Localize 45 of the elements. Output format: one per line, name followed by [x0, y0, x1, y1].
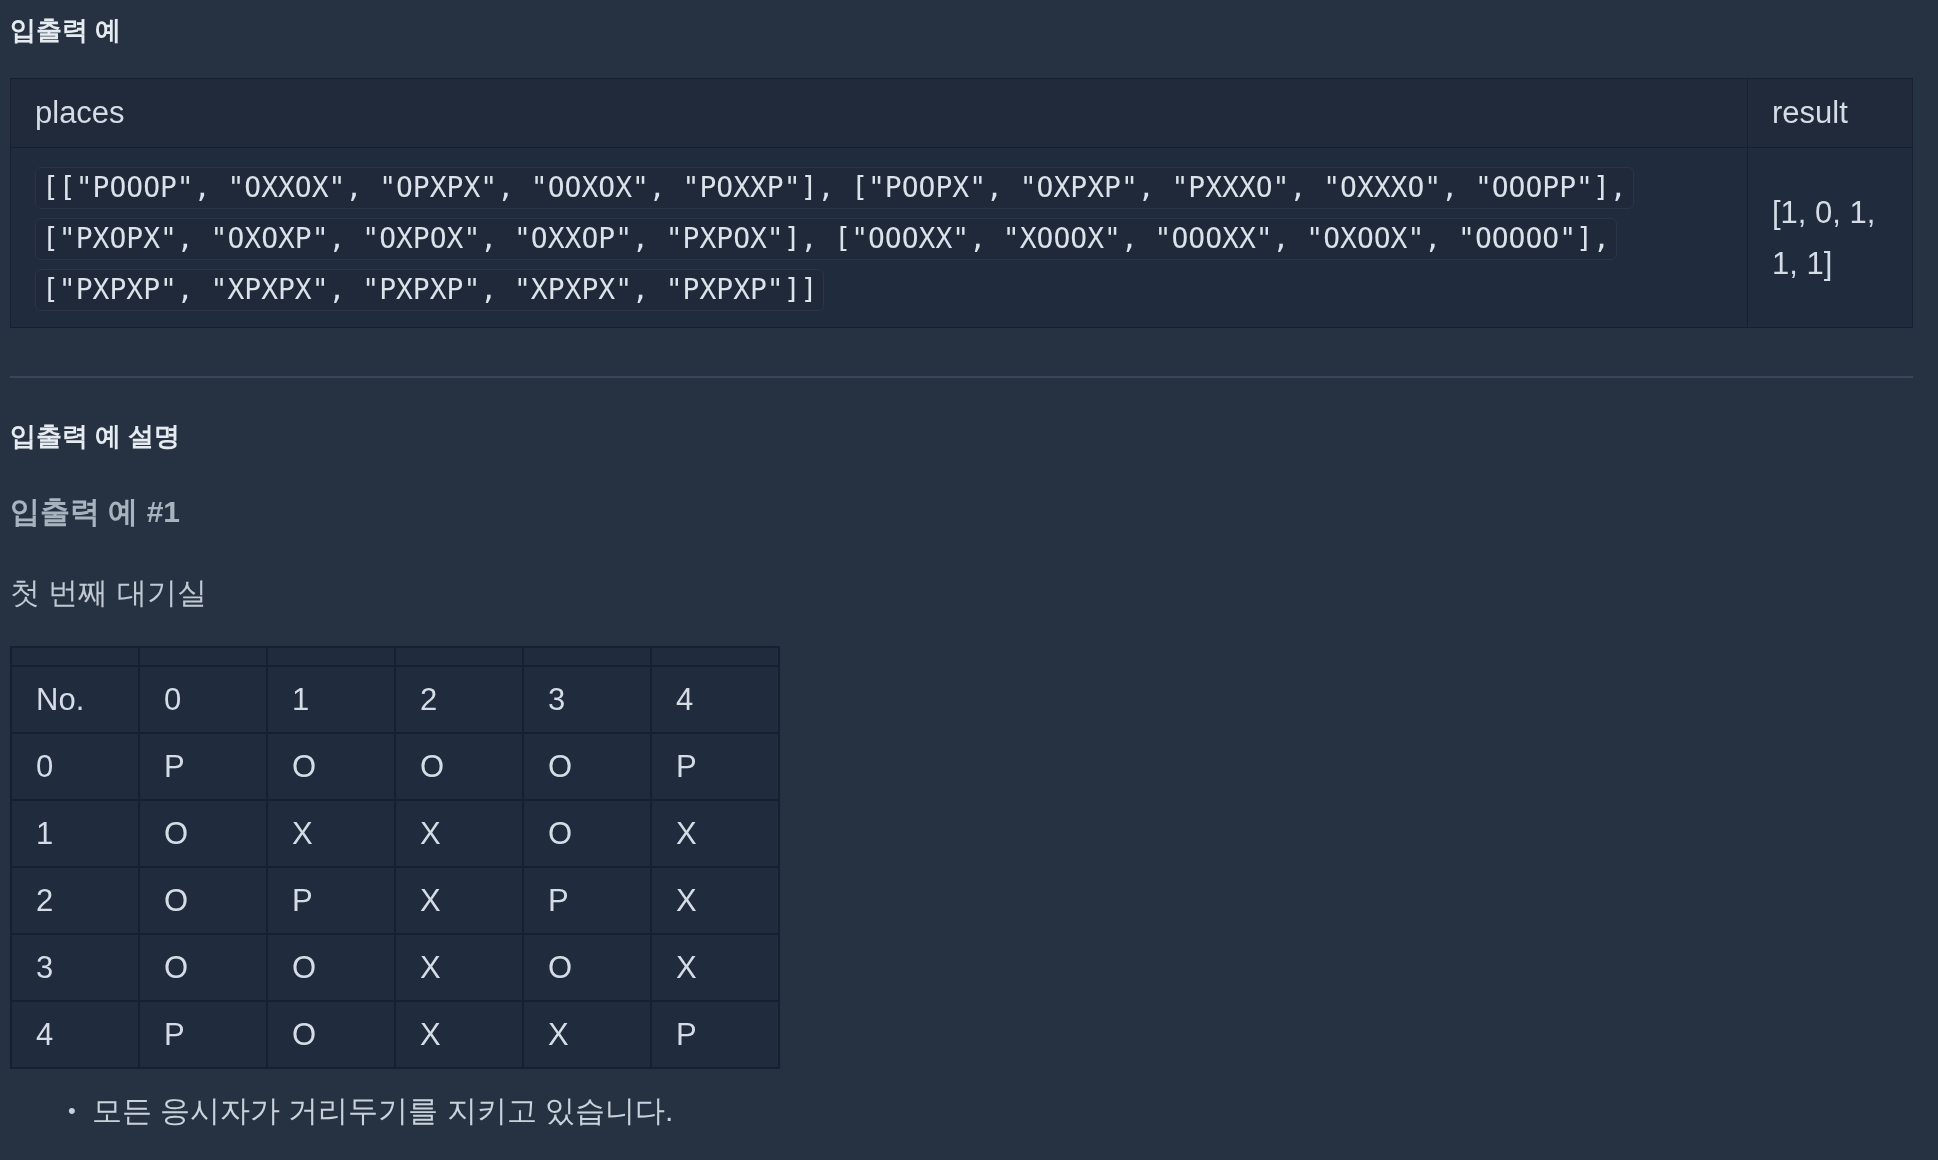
caption-text: 첫 번째 대기실 [10, 575, 208, 611]
table-cell: O [267, 1001, 395, 1068]
table-cell: P [139, 1001, 267, 1068]
table-cell: 3 [11, 934, 139, 1001]
table-cell: X [523, 1001, 651, 1068]
table-cell: No. [11, 666, 139, 733]
table-cell: O [139, 867, 267, 934]
table-cell: O [139, 934, 267, 1001]
bullet-text: 모든 응시자가 거리두기를 지키고 있습니다. [91, 1093, 674, 1129]
table-cell: X [651, 800, 779, 867]
table-cell: 3 [523, 666, 651, 733]
table-cell: X [267, 800, 395, 867]
table-cell: 0 [11, 733, 139, 800]
table-cell: 4 [651, 666, 779, 733]
table-cell: P [267, 867, 395, 934]
table-cell: P [523, 867, 651, 934]
column-header: result [1747, 78, 1913, 148]
table-cell: [1, 0, 1, 1, 1] [1747, 147, 1913, 328]
table-cell: 1 [11, 800, 139, 867]
table-cell: 1 [267, 666, 395, 733]
table-cell: O [523, 800, 651, 867]
section-heading: 입출력 예 설명 [10, 420, 182, 453]
table-cell: O [395, 733, 523, 800]
table-cell: X [395, 800, 523, 867]
example-heading: 입출력 예 #1 [10, 494, 182, 530]
table-cell: 0 [139, 666, 267, 733]
table-cell: 2 [11, 867, 139, 934]
table-cell: X [395, 934, 523, 1001]
table-cell: 2 [395, 666, 523, 733]
table-cell: O [523, 934, 651, 1001]
table-cell: X [651, 867, 779, 934]
bullet-marker: • [68, 1097, 76, 1125]
table-cell: O [139, 800, 267, 867]
table-cell: O [267, 934, 395, 1001]
table-cell: O [267, 733, 395, 800]
table-cell: X [651, 934, 779, 1001]
section-heading: 입출력 예 [10, 14, 123, 47]
table-cell: P [651, 1001, 779, 1068]
column-header: places [10, 78, 1748, 148]
table-cell: X [395, 867, 523, 934]
table-cell: 4 [11, 1001, 139, 1068]
table-cell: P [139, 733, 267, 800]
table-cell: X [395, 1001, 523, 1068]
table-cell: P [651, 733, 779, 800]
table-cell: O [523, 733, 651, 800]
